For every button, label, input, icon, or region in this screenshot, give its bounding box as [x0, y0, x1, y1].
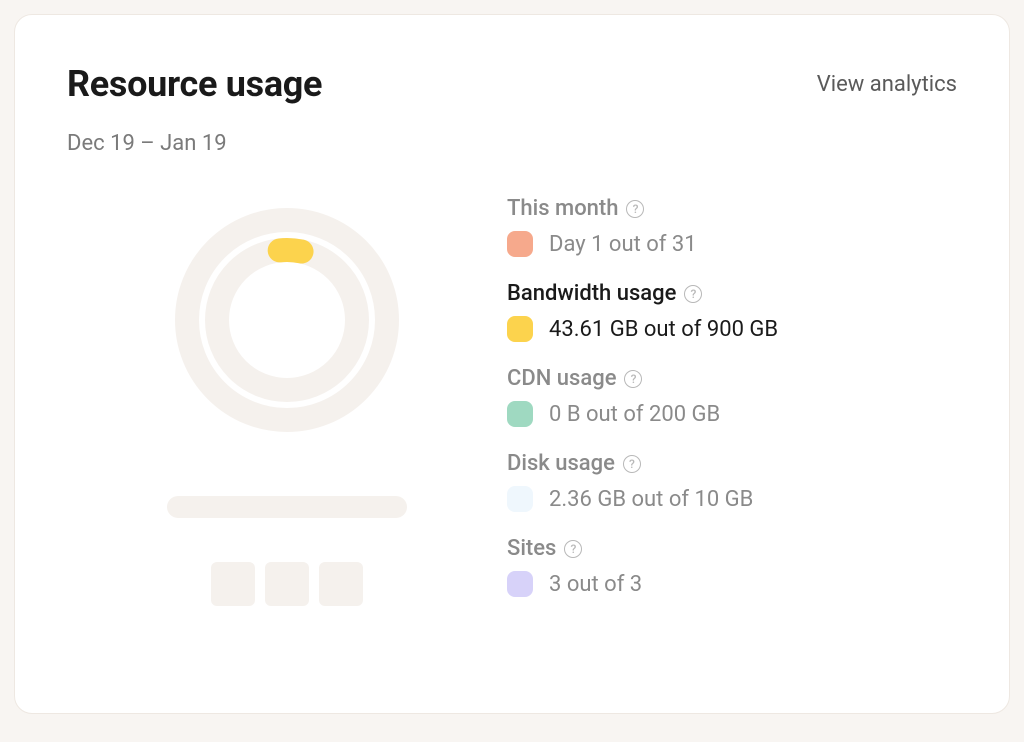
help-icon[interactable]: ?	[623, 455, 641, 473]
metric-value-row: 0 B out of 200 GB	[507, 401, 957, 427]
swatch-disk	[507, 486, 533, 512]
metric-value: 3 out of 3	[549, 572, 642, 597]
metric-label-row: Sites ?	[507, 536, 957, 561]
metric-value-row: 43.61 GB out of 900 GB	[507, 316, 957, 342]
metric-disk: Disk usage ? 2.36 GB out of 10 GB	[507, 451, 957, 512]
placeholder-box	[211, 562, 255, 606]
metrics-column: This month ? Day 1 out of 31 Bandwidth u…	[507, 196, 957, 621]
card-title: Resource usage	[67, 63, 322, 105]
help-icon[interactable]: ?	[564, 540, 582, 558]
content-row: This month ? Day 1 out of 31 Bandwidth u…	[67, 196, 957, 621]
resource-usage-card: Resource usage View analytics Dec 19 – J…	[14, 14, 1010, 714]
date-range: Dec 19 – Jan 19	[67, 131, 957, 156]
donut-track-inner	[217, 250, 357, 390]
swatch-sites	[507, 571, 533, 597]
metric-label-row: CDN usage ?	[507, 366, 957, 391]
help-icon[interactable]: ?	[624, 370, 642, 388]
help-icon[interactable]: ?	[684, 285, 702, 303]
metric-bandwidth: Bandwidth usage ? 43.61 GB out of 900 GB	[507, 281, 957, 342]
metric-cdn: CDN usage ? 0 B out of 200 GB	[507, 366, 957, 427]
placeholder-box	[265, 562, 309, 606]
placeholder-box	[319, 562, 363, 606]
metric-value-row: Day 1 out of 31	[507, 231, 957, 257]
swatch-bandwidth	[507, 316, 533, 342]
metric-value: 0 B out of 200 GB	[549, 402, 720, 427]
placeholder-boxes	[211, 562, 363, 606]
swatch-month	[507, 231, 533, 257]
chart-column	[67, 196, 507, 621]
metric-label-row: Disk usage ?	[507, 451, 957, 476]
metric-sites: Sites ? 3 out of 3	[507, 536, 957, 597]
metric-label-row: This month ?	[507, 196, 957, 221]
metric-value-row: 3 out of 3	[507, 571, 957, 597]
metric-value-row: 2.36 GB out of 10 GB	[507, 486, 957, 512]
metric-label: This month	[507, 196, 618, 221]
help-icon[interactable]: ?	[626, 200, 644, 218]
metric-value: 43.61 GB out of 900 GB	[549, 317, 778, 342]
metric-label: Sites	[507, 536, 556, 561]
metric-this-month: This month ? Day 1 out of 31	[507, 196, 957, 257]
swatch-cdn	[507, 401, 533, 427]
metric-label: Bandwidth usage	[507, 281, 676, 306]
placeholder-bar	[167, 496, 407, 518]
usage-donut-chart	[167, 200, 407, 440]
metric-label-row: Bandwidth usage ?	[507, 281, 957, 306]
metric-value: Day 1 out of 31	[549, 232, 697, 257]
view-analytics-link[interactable]: View analytics	[817, 72, 957, 97]
metric-label: Disk usage	[507, 451, 615, 476]
metric-value: 2.36 GB out of 10 GB	[549, 487, 753, 512]
header-row: Resource usage View analytics	[67, 63, 957, 105]
metric-label: CDN usage	[507, 366, 616, 391]
